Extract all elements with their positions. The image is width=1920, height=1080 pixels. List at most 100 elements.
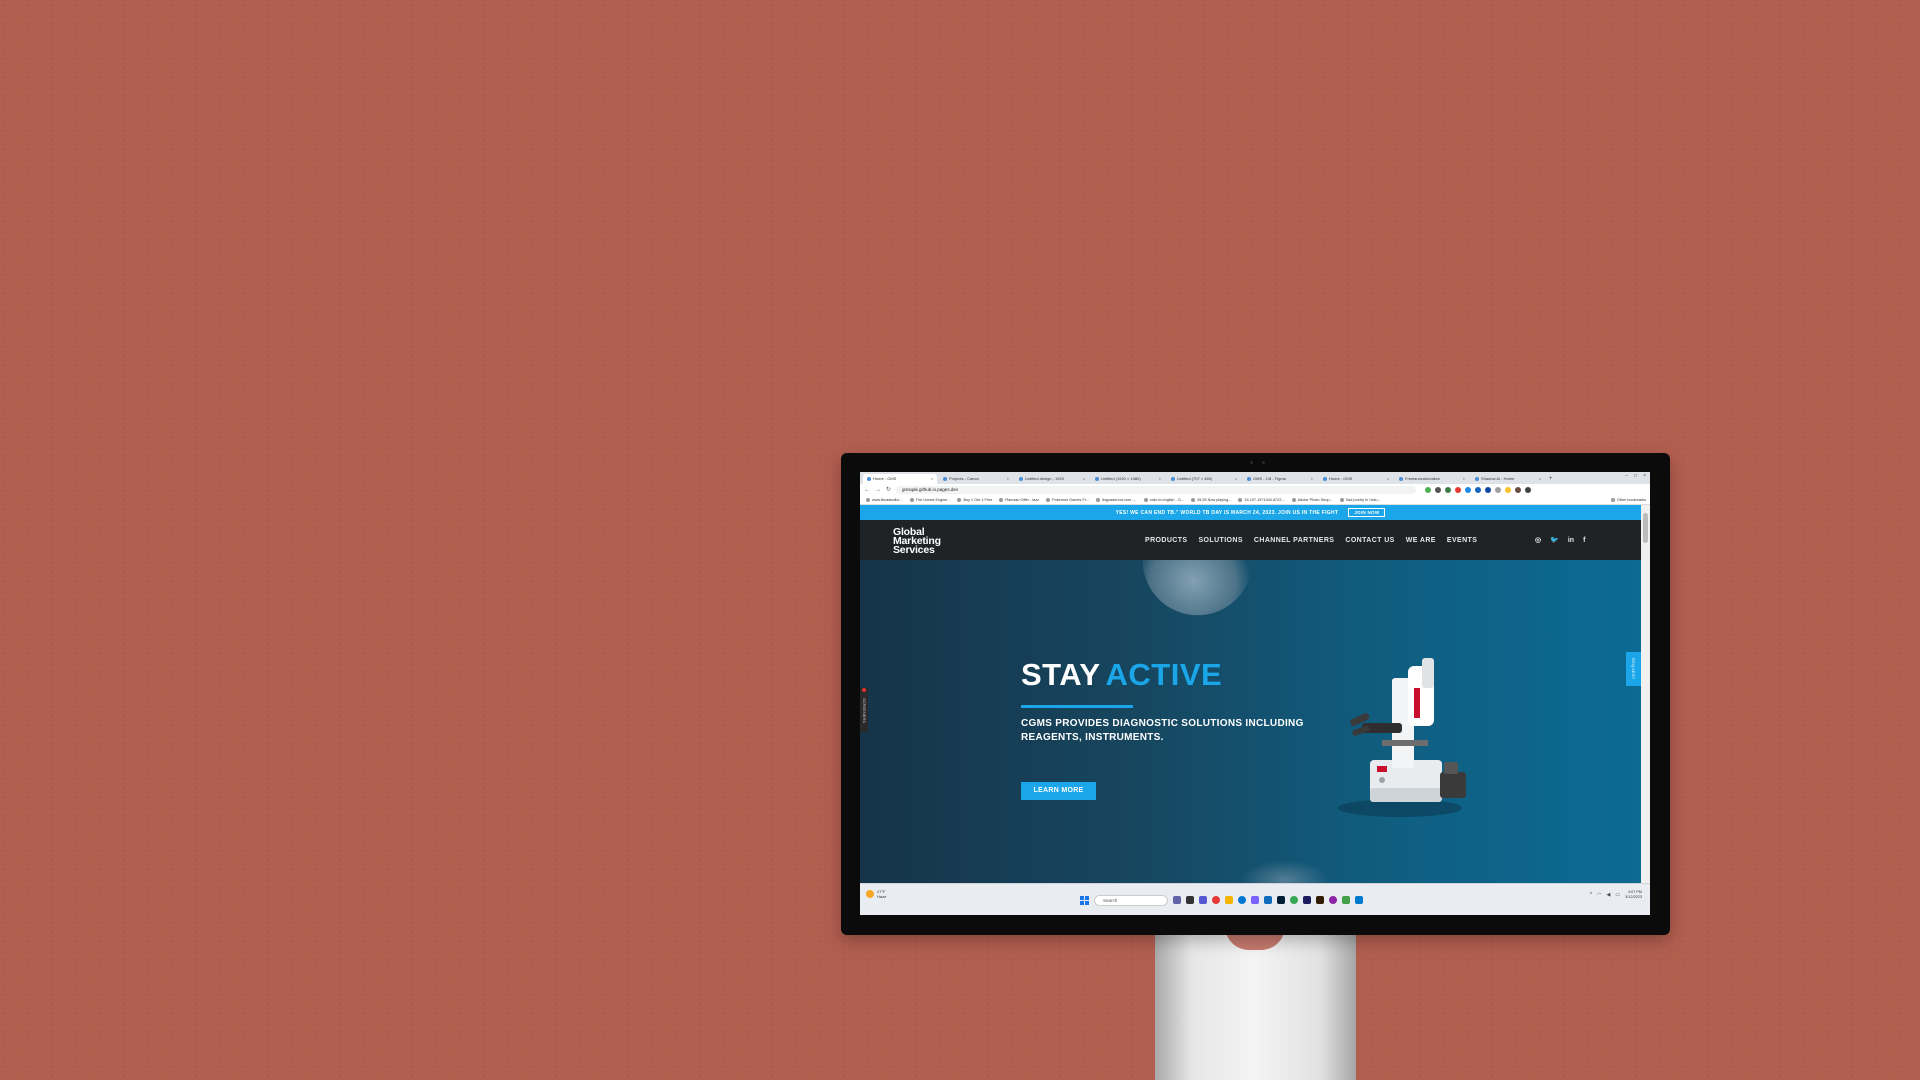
request-quote-tab[interactable]: REQUEST [1626, 652, 1641, 686]
close-window-icon[interactable]: × [1643, 473, 1646, 479]
edge-icon[interactable] [1238, 896, 1246, 904]
taskbar-search[interactable]: Search [1094, 894, 1168, 906]
url-input[interactable]: gmsqak.github.io.pages.dev [896, 486, 1417, 494]
menu-item-events[interactable]: EVENTS [1447, 537, 1477, 544]
forward-icon[interactable]: → [875, 484, 881, 496]
browser-tab[interactable]: Shadow AI - Home × [1471, 474, 1545, 484]
site-logo[interactable]: Global Marketing Services [893, 527, 941, 556]
extension-icon[interactable] [1475, 487, 1482, 493]
extension-icon[interactable] [1445, 487, 1452, 493]
new-tab-button[interactable]: + [1549, 474, 1553, 484]
clock[interactable]: 4:07 PM 3/12/2023 [1625, 890, 1642, 900]
close-icon[interactable]: × [1387, 474, 1389, 484]
screeners-side-tab[interactable]: SCREENERS [860, 688, 868, 732]
profile-icon[interactable] [1525, 487, 1532, 493]
minimize-icon[interactable]: – [1625, 473, 1628, 479]
facebook-icon[interactable]: f [1583, 537, 1585, 544]
battery-icon[interactable]: ▭ [1615, 892, 1620, 898]
close-icon[interactable]: × [1539, 474, 1541, 484]
file-explorer-icon[interactable] [1225, 896, 1233, 904]
extensions-toolbar [1425, 487, 1532, 493]
bookmark-item[interactable]: urdu to english - G... [1144, 498, 1184, 502]
browser-tab[interactable]: Untitled (1920 × 1080) × [1091, 474, 1165, 484]
window-controls: – □ × [1625, 473, 1646, 479]
extension-icon[interactable] [1455, 487, 1462, 493]
volume-icon[interactable]: ◀ [1607, 892, 1611, 898]
hero-title: STAY ACTIVE [1021, 657, 1222, 693]
hero-section: STAY ACTIVE CGMS PROVIDES DIAGNOSTIC SOLU… [860, 560, 1641, 883]
teams-icon[interactable] [1199, 896, 1207, 904]
menu-item-channel-partners[interactable]: CHANNEL PARTNERS [1254, 537, 1334, 544]
bookmark-item[interactable]: 26:28 Now playing... [1191, 498, 1231, 502]
store-icon[interactable] [1264, 896, 1272, 904]
vscode-icon[interactable] [1355, 896, 1363, 904]
page-scrollbar[interactable] [1641, 505, 1650, 883]
extension-icon[interactable] [1465, 487, 1472, 493]
close-icon[interactable]: × [1311, 474, 1313, 484]
bookmark-item[interactable]: The Unreal Engine... [910, 498, 951, 502]
browser-tab[interactable]: Untitled design - 1920 × [1015, 474, 1089, 484]
menu-item-we-are[interactable]: WE ARE [1406, 537, 1436, 544]
browser-tab-bar: Home - GMS × Projects - Canva × Untitled d… [860, 472, 1650, 484]
bookmark-item[interactable]: Sad poetry In Urdu... [1340, 498, 1381, 502]
task-view-icon[interactable] [1186, 896, 1194, 904]
bookmark-item[interactable]: 15.157.1571340.8722... [1238, 498, 1284, 502]
camera-dot [1250, 461, 1253, 464]
premiere-icon[interactable] [1303, 896, 1311, 904]
browser-tab[interactable]: Projects - Canva × [939, 474, 1013, 484]
illustrator-icon[interactable] [1316, 896, 1324, 904]
favicon-icon [1323, 477, 1327, 481]
bookmark-item[interactable]: www.fbcastudio/... [866, 498, 903, 502]
extension-icon[interactable] [1505, 487, 1512, 493]
menu-item-solutions[interactable]: SOLUTIONS [1198, 537, 1242, 544]
bookmark-item[interactable]: Pokemon Games Fr... [1046, 498, 1089, 502]
browser-tab[interactable]: Home - GMS × [863, 474, 937, 484]
favicon-icon [943, 477, 947, 481]
other-bookmarks[interactable]: Other bookmarks [1611, 498, 1646, 502]
extension-icon[interactable] [1435, 487, 1442, 493]
close-icon[interactable]: × [1159, 474, 1161, 484]
extension-icon[interactable] [1485, 487, 1492, 493]
close-icon[interactable]: × [1083, 474, 1085, 484]
scrollbar-thumb[interactable] [1643, 513, 1648, 543]
close-icon[interactable]: × [1007, 474, 1009, 484]
extension-icon[interactable] [1425, 487, 1432, 493]
join-now-button[interactable]: JOIN NOW [1348, 508, 1386, 517]
app-icon[interactable] [1251, 896, 1259, 904]
chat-app-icon[interactable] [1173, 896, 1181, 904]
app-icon[interactable] [1329, 896, 1337, 904]
chrome-icon[interactable] [1290, 896, 1298, 904]
chevron-up-icon[interactable]: ^ [1590, 892, 1592, 898]
close-icon[interactable]: × [931, 474, 933, 484]
bookmark-item[interactable]: Buy 1 Get 1 Free [957, 498, 992, 502]
bookmark-item[interactable]: linguaderoot.com -... [1096, 498, 1137, 502]
browser-tab[interactable]: Untitled (707 × 480) × [1167, 474, 1241, 484]
back-icon[interactable]: ← [864, 484, 870, 496]
extension-icon[interactable] [1515, 487, 1522, 493]
photoshop-icon[interactable] [1277, 896, 1285, 904]
record-dot [862, 688, 866, 692]
maximize-icon[interactable]: □ [1634, 473, 1637, 479]
browser-tab[interactable]: Home - GMS × [1319, 474, 1393, 484]
main-menu: PRODUCTS SOLUTIONS CHANNEL PARTNERS CONT… [1145, 520, 1477, 560]
close-icon[interactable]: × [1463, 474, 1465, 484]
linkedin-icon[interactable]: in [1568, 537, 1574, 544]
browser-tab[interactable]: Freelanceuk/makes × [1395, 474, 1469, 484]
close-icon[interactable]: × [1235, 474, 1237, 484]
twitter-icon[interactable]: 🐦 [1550, 536, 1559, 544]
bookmark-item[interactable]: Adobe Photo Shop... [1292, 498, 1333, 502]
browser-tab[interactable]: GMS - 1/8 - Figma × [1243, 474, 1317, 484]
menu-item-products[interactable]: PRODUCTS [1145, 537, 1187, 544]
reload-icon[interactable]: ↻ [886, 484, 891, 496]
weather-widget[interactable]: 27°F Haze [866, 889, 886, 899]
extension-icon[interactable] [1495, 487, 1502, 493]
bookmark-item[interactable]: Ramzan Offer - lazz [999, 498, 1039, 502]
social-links: ◎ 🐦 in f [1535, 520, 1585, 560]
menu-item-contact-us[interactable]: CONTACT US [1345, 537, 1394, 544]
instagram-icon[interactable]: ◎ [1535, 536, 1541, 544]
wifi-icon[interactable]: ◠ [1597, 892, 1601, 898]
learn-more-button[interactable]: LEARN MORE [1021, 782, 1096, 800]
app-icon[interactable] [1212, 896, 1220, 904]
app-icon[interactable] [1342, 896, 1350, 904]
windows-start-icon[interactable] [1080, 895, 1089, 905]
